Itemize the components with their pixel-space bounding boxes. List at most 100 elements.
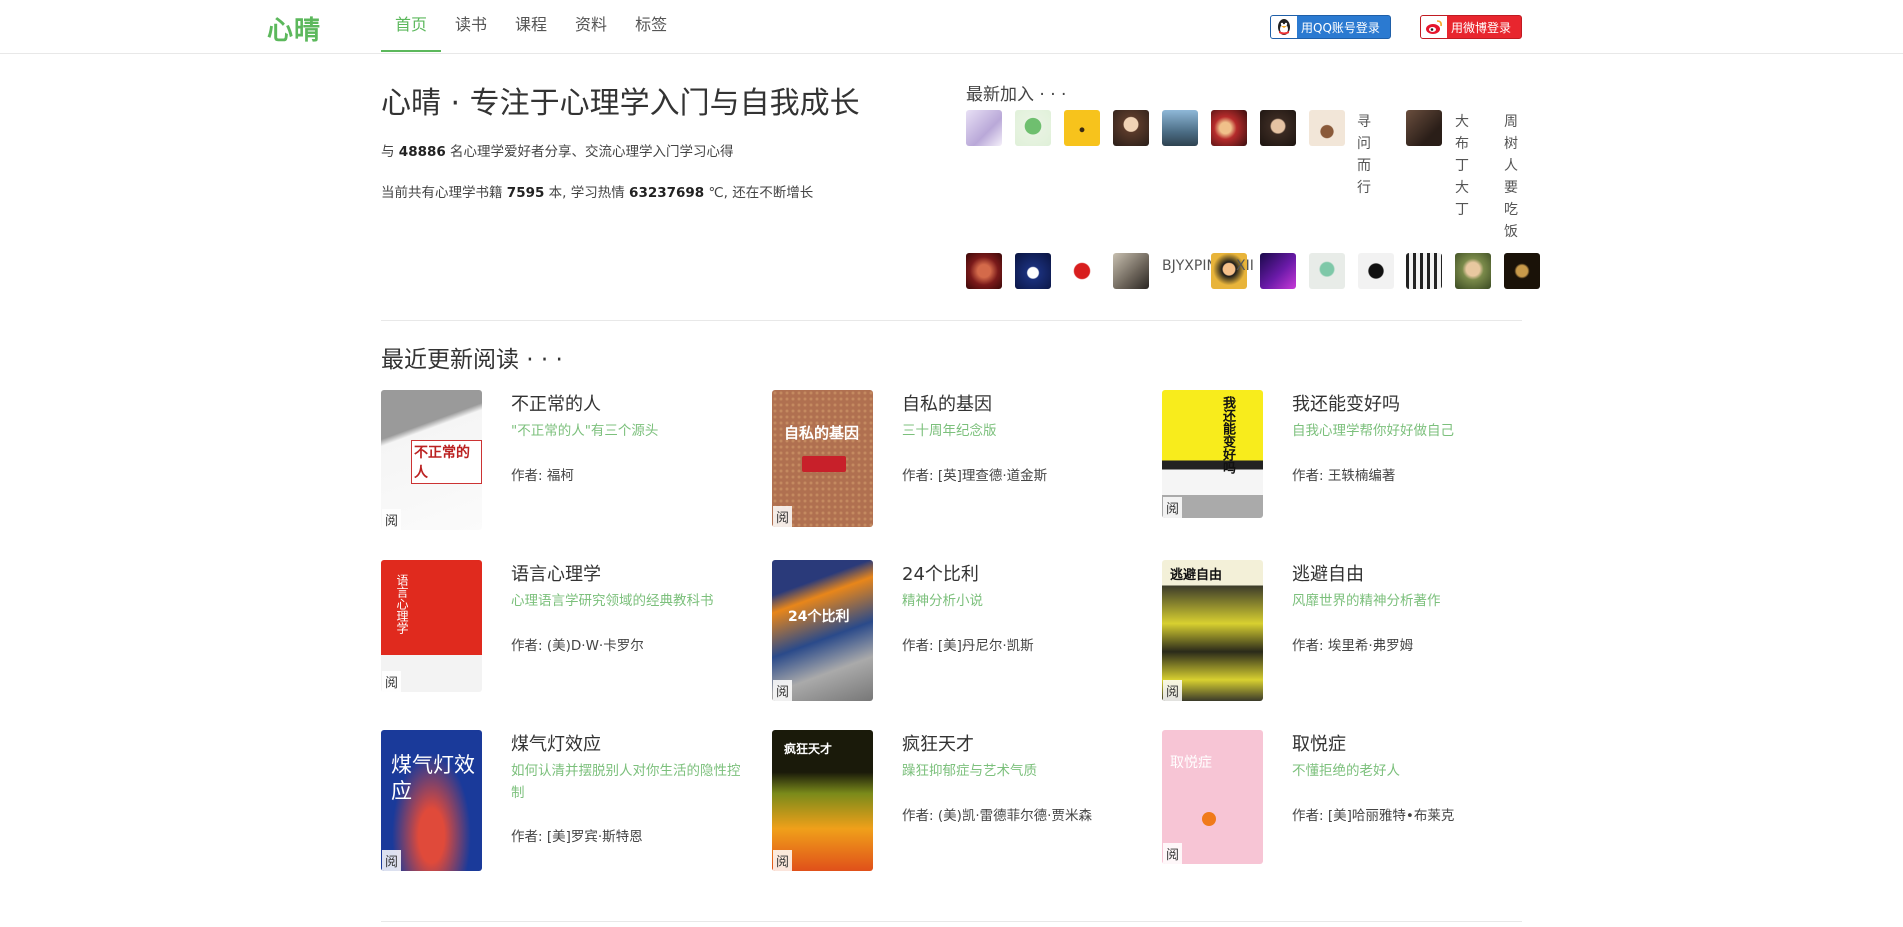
book-card: 疯狂天才 阅 疯狂天才 躁狂抑郁症与艺术气质 作者: (美)凯·雷德菲尔德·贾米…: [772, 730, 1152, 880]
book-card: 逃避自由 阅 逃避自由 风靡世界的精神分析著作 作者: 埃里希·弗罗姆: [1162, 560, 1542, 710]
book-title[interactable]: 24个比利: [902, 560, 979, 586]
read-badge: 阅: [382, 850, 402, 871]
member-avatar[interactable]: [1260, 253, 1296, 289]
book-subtitle: "不正常的人"有三个源头: [511, 423, 659, 439]
member-count: 48886: [398, 144, 446, 160]
book-card: 取悦症 阅 取悦症 不懂拒绝的老好人 作者: [美]哈丽雅特•布莱克: [1162, 730, 1542, 880]
book-author: 作者: 福柯: [511, 468, 574, 484]
read-badge: 阅: [1163, 497, 1183, 518]
member-avatar[interactable]: [1064, 253, 1100, 289]
qq-penguin-icon: [1271, 16, 1297, 38]
book-author: 作者: (美)D·W·卡罗尔: [511, 638, 644, 654]
book-count: 7595: [506, 185, 545, 201]
weibo-icon: [1421, 16, 1447, 38]
member-avatar[interactable]: [1260, 110, 1296, 146]
book-subtitle: 三十周年纪念版: [902, 423, 997, 439]
recent-section-title: 最近更新阅读 · · ·: [381, 347, 563, 373]
book-card: 不正常的人 阅 不正常的人 "不正常的人"有三个源头 作者: 福柯: [381, 390, 761, 540]
book-subtitle: 不懂拒绝的老好人: [1292, 763, 1400, 779]
nav-courses[interactable]: 课程: [501, 0, 561, 52]
heat-count: 63237698: [629, 185, 705, 201]
footer-divider: [381, 921, 1522, 922]
book-subtitle: 心理语言学研究领域的经典教科书: [511, 593, 714, 609]
book-cover[interactable]: 煤气灯效应 阅: [381, 730, 482, 871]
member-avatar[interactable]: [1406, 253, 1442, 289]
member-avatar[interactable]: [966, 253, 1002, 289]
member-avatar[interactable]: [1015, 110, 1051, 146]
book-subtitle: 如何认清并摆脱别人对你生活的隐性控制: [511, 763, 741, 801]
member-avatar[interactable]: [1504, 253, 1540, 289]
read-badge: 阅: [1163, 843, 1183, 864]
member-avatar[interactable]: [1064, 110, 1100, 146]
book-cover[interactable]: 24个比利 阅: [772, 560, 873, 701]
book-author: 作者: [美]罗宾·斯特恩: [511, 829, 643, 845]
member-avatar[interactable]: [1113, 110, 1149, 146]
read-badge: 阅: [382, 509, 402, 530]
member-name[interactable]: 大布丁大丁: [1455, 111, 1471, 221]
book-title[interactable]: 不正常的人: [511, 390, 601, 416]
member-name[interactable]: XII: [1236, 258, 1254, 274]
book-cover[interactable]: 取悦症 阅: [1162, 730, 1263, 864]
book-subtitle: 精神分析小说: [902, 593, 983, 609]
read-badge: 阅: [773, 506, 793, 527]
member-name[interactable]: 周树人要吃饭: [1504, 111, 1520, 243]
member-name[interactable]: BJYXPIN: [1162, 258, 1217, 274]
member-stat: 与 48886 名心理学爱好者分享、交流心理学入门学习心得: [381, 144, 734, 160]
member-avatar[interactable]: [966, 110, 1002, 146]
nav-books[interactable]: 读书: [441, 0, 501, 52]
member-avatar[interactable]: [1113, 253, 1149, 289]
read-badge: 阅: [773, 850, 793, 871]
book-title[interactable]: 自私的基因: [902, 390, 992, 416]
book-author: 作者: (美)凯·雷德菲尔德·贾米森: [902, 808, 1092, 824]
member-avatar[interactable]: [1309, 253, 1345, 289]
book-cover[interactable]: 逃避自由 阅: [1162, 560, 1263, 701]
book-cover[interactable]: 语言心理学 阅: [381, 560, 482, 692]
book-author: 作者: [美]丹尼尔·凯斯: [902, 638, 1034, 654]
book-card: 我还能变好吗 阅 我还能变好吗 自我心理学帮你好好做自己 作者: 王轶楠编著: [1162, 390, 1542, 540]
book-cover[interactable]: 不正常的人 阅: [381, 390, 482, 530]
hero-title: 心晴 · 专注于心理学入门与自我成长: [381, 86, 860, 121]
book-title[interactable]: 煤气灯效应: [511, 730, 601, 756]
nav-tags[interactable]: 标签: [621, 0, 681, 52]
book-cover[interactable]: 自私的基因 阅: [772, 390, 873, 527]
member-avatar[interactable]: [1162, 110, 1198, 146]
book-stat: 当前共有心理学书籍 7595 本, 学习热情 63237698 ℃, 还在不断增…: [381, 185, 814, 201]
book-subtitle: 躁狂抑郁症与艺术气质: [902, 763, 1037, 779]
book-cover[interactable]: 我还能变好吗 阅: [1162, 390, 1263, 518]
book-title[interactable]: 疯狂天才: [902, 730, 974, 756]
book-author: 作者: 王轶楠编著: [1292, 468, 1396, 484]
member-avatar[interactable]: [1211, 110, 1247, 146]
book-title[interactable]: 语言心理学: [511, 560, 601, 586]
book-title[interactable]: 逃避自由: [1292, 560, 1364, 586]
member-avatar[interactable]: [1455, 253, 1491, 289]
nav-materials[interactable]: 资料: [561, 0, 621, 52]
book-author: 作者: [英]理查德·道金斯: [902, 468, 1048, 484]
nav-home[interactable]: 首页: [381, 0, 442, 52]
qq-login-button[interactable]: 用QQ账号登录: [1270, 15, 1391, 39]
read-badge: 阅: [773, 680, 793, 701]
member-avatar[interactable]: [1406, 110, 1442, 146]
book-cover[interactable]: 疯狂天才 阅: [772, 730, 873, 871]
member-name[interactable]: 寻问而行: [1357, 111, 1373, 199]
book-subtitle: 自我心理学帮你好好做自己: [1292, 423, 1454, 439]
top-navbar: 心晴 首页 读书 课程 资料 标签 用QQ账号登录 用微博登录: [0, 0, 1903, 54]
book-card: 语言心理学 阅 语言心理学 心理语言学研究领域的经典教科书 作者: (美)D·W…: [381, 560, 761, 710]
weibo-login-button[interactable]: 用微博登录: [1420, 15, 1522, 39]
book-card: 自私的基因 阅 自私的基因 三十周年纪念版 作者: [英]理查德·道金斯: [772, 390, 1152, 540]
book-title[interactable]: 取悦症: [1292, 730, 1346, 756]
book-author: 作者: [美]哈丽雅特•布莱克: [1292, 808, 1455, 824]
book-author: 作者: 埃里希·弗罗姆: [1292, 638, 1414, 654]
book-title[interactable]: 我还能变好吗: [1292, 390, 1400, 416]
book-subtitle: 风靡世界的精神分析著作: [1292, 593, 1441, 609]
member-avatar[interactable]: [1015, 253, 1051, 289]
member-avatar[interactable]: [1358, 253, 1394, 289]
site-logo[interactable]: 心晴: [267, 10, 321, 47]
read-badge: 阅: [1163, 680, 1183, 701]
book-card: 24个比利 阅 24个比利 精神分析小说 作者: [美]丹尼尔·凯斯: [772, 560, 1152, 710]
member-avatar[interactable]: [1309, 110, 1345, 146]
book-card: 煤气灯效应 阅 煤气灯效应 如何认清并摆脱别人对你生活的隐性控制 作者: [美]…: [381, 730, 761, 880]
main-nav: 首页 读书 课程 资料 标签: [381, 0, 681, 54]
section-divider: [381, 320, 1522, 321]
read-badge: 阅: [382, 671, 402, 692]
newest-members-title: 最新加入 · · ·: [966, 85, 1067, 105]
